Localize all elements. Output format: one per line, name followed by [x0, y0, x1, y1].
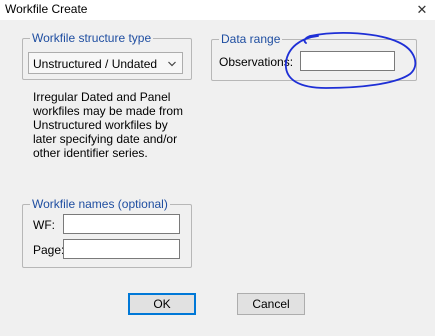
- structure-type-value: Unstructured / Undated: [33, 57, 158, 71]
- observations-label: Observations:: [219, 55, 294, 69]
- page-label: Page:: [33, 243, 65, 257]
- page-name-field[interactable]: [63, 239, 180, 259]
- structure-note: Irregular Dated and Panel workfiles may …: [33, 90, 184, 160]
- wf-label: WF:: [33, 218, 55, 232]
- observations-field[interactable]: [300, 51, 395, 71]
- data-range-legend: Data range: [219, 32, 283, 46]
- workfile-names-legend: Workfile names (optional): [30, 197, 170, 211]
- wf-name-field[interactable]: [63, 214, 180, 234]
- structure-type-legend: Workfile structure type: [30, 31, 154, 45]
- window-title: Workfile Create: [5, 2, 88, 16]
- close-icon[interactable]: ✕: [412, 1, 432, 18]
- structure-type-select[interactable]: Unstructured / Undated: [28, 52, 183, 74]
- ok-button[interactable]: OK: [128, 293, 196, 315]
- title-bar: Workfile Create ✕: [0, 0, 435, 20]
- chevron-down-icon: [168, 61, 176, 67]
- cancel-button[interactable]: Cancel: [237, 293, 305, 315]
